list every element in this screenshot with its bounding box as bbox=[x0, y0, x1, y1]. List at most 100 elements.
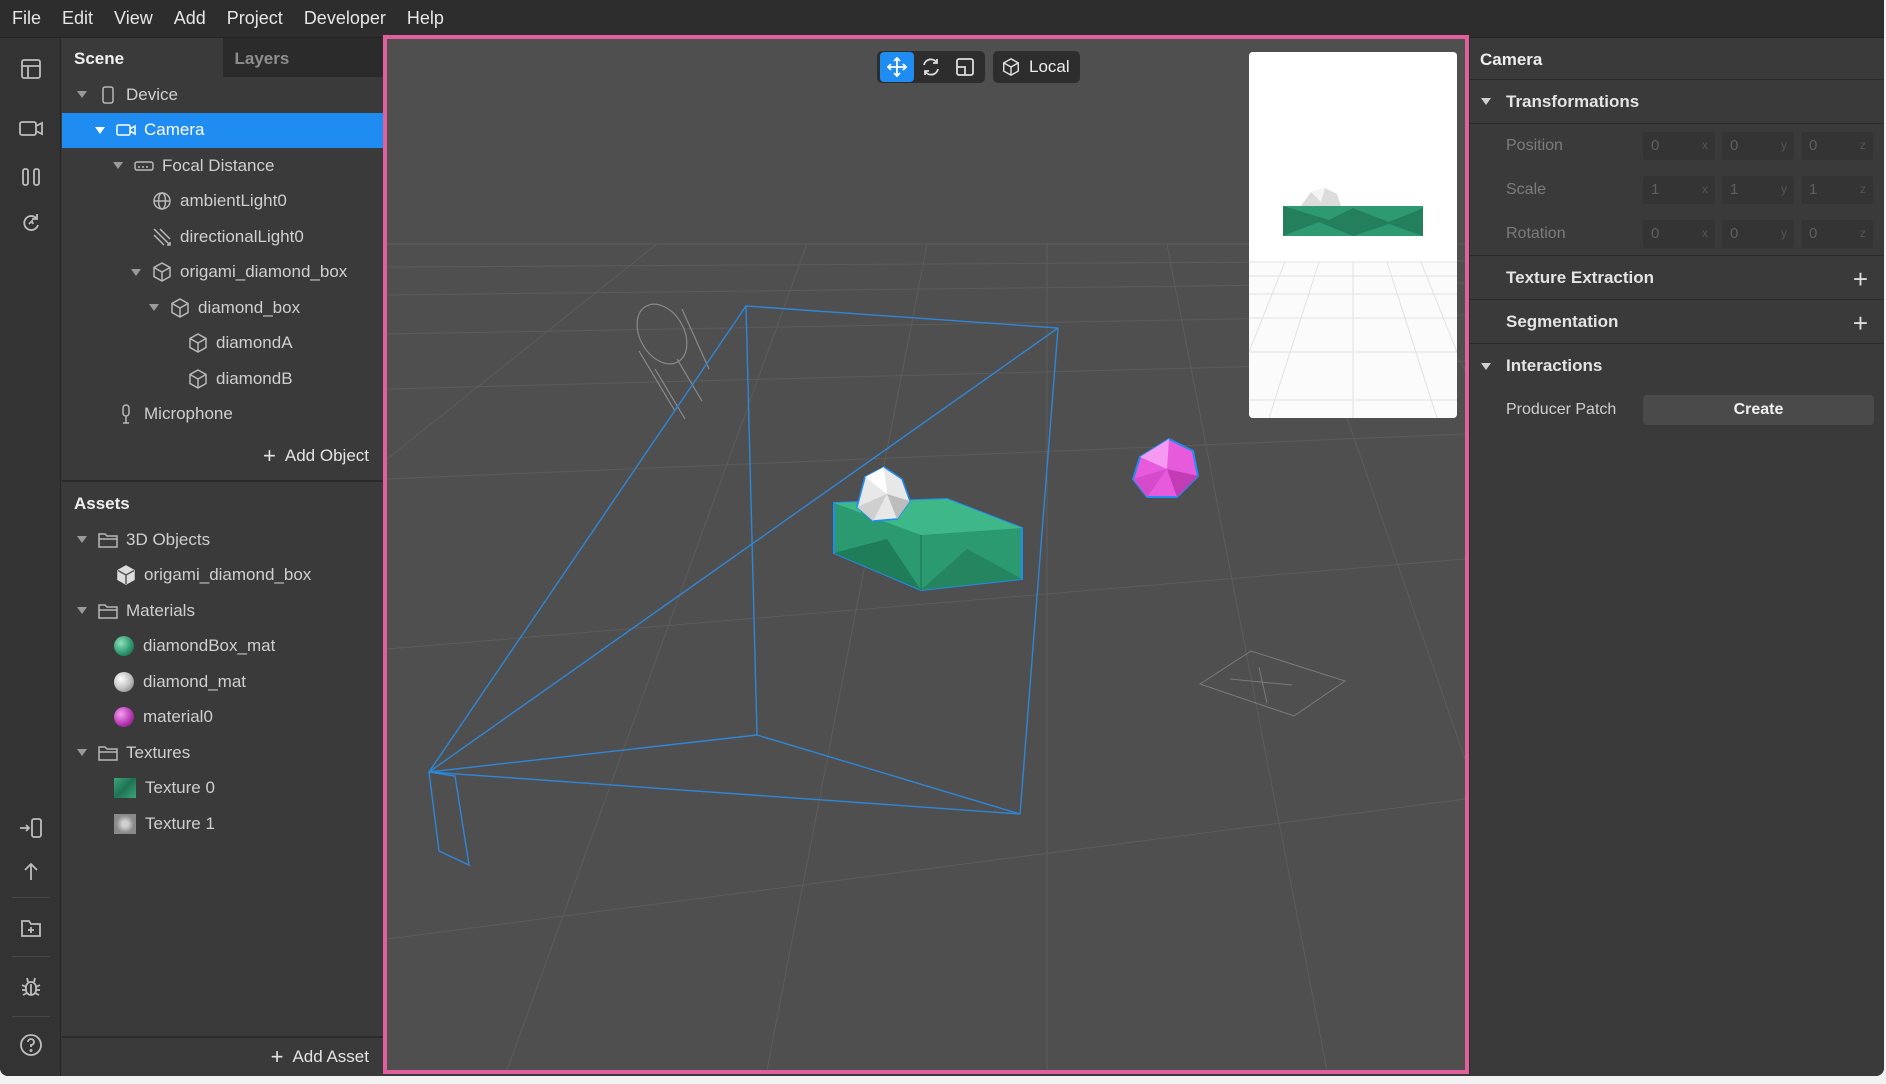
asset-item-texture-1[interactable]: Texture 1 bbox=[62, 806, 383, 842]
scale-tool-button[interactable] bbox=[948, 52, 982, 82]
cube-icon bbox=[1003, 57, 1019, 77]
collapse-triangle-icon[interactable] bbox=[1480, 97, 1494, 106]
help-icon[interactable] bbox=[14, 1028, 48, 1062]
menu-edit[interactable]: Edit bbox=[62, 8, 93, 29]
scene-viewport[interactable]: Local bbox=[383, 35, 1469, 1074]
menu-file[interactable]: File bbox=[12, 8, 41, 29]
position-y-field[interactable]: 0y bbox=[1722, 132, 1794, 160]
viewport-toolbar: Local bbox=[877, 51, 1080, 83]
split-view-icon[interactable] bbox=[14, 160, 48, 194]
add-object-button[interactable]: + Add Object bbox=[62, 432, 383, 480]
tree-item-directionallight0[interactable]: directionalLight0 bbox=[62, 219, 383, 255]
upload-icon[interactable] bbox=[14, 855, 48, 889]
tree-item-focal-distance[interactable]: Focal Distance bbox=[62, 148, 383, 184]
bug-icon[interactable] bbox=[14, 970, 48, 1004]
tree-item-diamond-box[interactable]: diamond_box bbox=[62, 290, 383, 326]
collapse-triangle-icon[interactable] bbox=[75, 605, 89, 617]
inspector-title: Camera bbox=[1470, 38, 1884, 80]
asset-item-diamondbox-mat[interactable]: diamondBox_mat bbox=[62, 629, 383, 665]
collapse-triangle-icon[interactable] bbox=[75, 89, 89, 101]
tree-item-label: diamondB bbox=[216, 368, 293, 388]
new-folder-icon[interactable] bbox=[14, 911, 48, 945]
scale-y-field[interactable]: 1y bbox=[1722, 176, 1794, 204]
scale-z-field[interactable]: 1z bbox=[1801, 176, 1873, 204]
producer-patch-row: Producer Patch Create bbox=[1470, 388, 1884, 432]
tree-item-label: Device bbox=[126, 84, 178, 104]
asset-label: diamondBox_mat bbox=[143, 636, 276, 656]
collapse-triangle-icon[interactable] bbox=[129, 266, 143, 278]
tree-item-label: origami_diamond_box bbox=[180, 262, 348, 282]
add-segmentation-icon[interactable]: + bbox=[1853, 308, 1868, 339]
collapse-triangle-icon[interactable] bbox=[1480, 362, 1494, 371]
send-to-device-icon[interactable] bbox=[14, 811, 48, 845]
directional-light-icon bbox=[151, 226, 173, 248]
directional-light-gizmo bbox=[636, 303, 710, 420]
add-texture-extraction-icon[interactable]: + bbox=[1853, 264, 1868, 295]
rotate-tool-button[interactable] bbox=[914, 52, 948, 82]
asset-folder-textures[interactable]: Textures bbox=[62, 735, 383, 771]
diamond-box-object[interactable] bbox=[833, 466, 1023, 592]
add-asset-button[interactable]: + Add Asset bbox=[62, 1036, 383, 1076]
position-z-field[interactable]: 0z bbox=[1801, 132, 1873, 160]
collapse-triangle-icon[interactable] bbox=[75, 534, 89, 546]
section-segmentation[interactable]: Segmentation + bbox=[1470, 300, 1884, 344]
rotation-z-field[interactable]: 0z bbox=[1801, 219, 1873, 248]
tree-item-label: Camera bbox=[144, 120, 205, 140]
collapse-triangle-icon[interactable] bbox=[111, 160, 125, 172]
asset-folder-materials[interactable]: Materials bbox=[62, 593, 383, 629]
collapse-triangle-icon[interactable] bbox=[93, 124, 107, 136]
asset-item-texture-0[interactable]: Texture 0 bbox=[62, 771, 383, 807]
plus-icon: + bbox=[263, 443, 276, 468]
device-icon bbox=[97, 84, 119, 106]
tree-item-microphone[interactable]: Microphone bbox=[62, 397, 383, 433]
tree-item-device[interactable]: Device bbox=[62, 77, 383, 113]
local-space-button[interactable]: Local bbox=[993, 51, 1080, 83]
asset-item-origami-diamond-box[interactable]: origami_diamond_box bbox=[62, 558, 383, 594]
asset-folder-3d-objects[interactable]: 3D Objects bbox=[62, 522, 383, 558]
section-interactions[interactable]: Interactions bbox=[1470, 344, 1884, 388]
section-label: Transformations bbox=[1506, 91, 1640, 111]
tree-item-ambientlight0[interactable]: ambientLight0 bbox=[62, 184, 383, 220]
tree-item-diamonda[interactable]: diamondA bbox=[62, 326, 383, 362]
position-x-field[interactable]: 0x bbox=[1643, 132, 1715, 160]
collapse-triangle-icon[interactable] bbox=[75, 747, 89, 759]
section-label: Interactions bbox=[1506, 356, 1603, 375]
move-icon bbox=[886, 56, 908, 78]
collapse-triangle-icon[interactable] bbox=[147, 302, 161, 314]
tree-item-camera[interactable]: Camera bbox=[62, 112, 383, 148]
section-texture-extraction[interactable]: Texture Extraction + bbox=[1470, 256, 1884, 300]
tree-item-label: Focal Distance bbox=[162, 155, 275, 175]
asset-item-diamond-mat[interactable]: diamond_mat bbox=[62, 664, 383, 700]
layout-icon[interactable] bbox=[14, 52, 48, 86]
asset-label: Textures bbox=[126, 742, 191, 762]
refresh-icon[interactable] bbox=[14, 206, 48, 240]
scene-tabs: Scene Layers bbox=[62, 38, 383, 77]
tree-item-origami-diamond-box[interactable]: origami_diamond_box bbox=[62, 255, 383, 291]
rotate-icon bbox=[923, 58, 939, 76]
video-camera-icon[interactable] bbox=[14, 111, 48, 145]
menu-help[interactable]: Help bbox=[407, 8, 444, 29]
camera-icon bbox=[115, 119, 137, 141]
move-tool-button[interactable] bbox=[880, 52, 914, 82]
focal-distance-icon bbox=[133, 155, 155, 177]
rotation-x-field[interactable]: 0x bbox=[1643, 219, 1715, 248]
tab-scene[interactable]: Scene bbox=[62, 38, 223, 77]
menu-developer[interactable]: Developer bbox=[304, 8, 386, 29]
menu-add[interactable]: Add bbox=[174, 8, 206, 29]
assets-tree: 3D Objects origami_diamond_box Materials… bbox=[62, 522, 383, 842]
tree-item-diamondb[interactable]: diamondB bbox=[62, 361, 383, 397]
tree-item-label: Microphone bbox=[144, 404, 233, 424]
tab-layers[interactable]: Layers bbox=[223, 38, 384, 77]
create-producer-patch-button[interactable]: Create bbox=[1643, 395, 1874, 425]
menu-project[interactable]: Project bbox=[227, 8, 283, 29]
scale-x-field[interactable]: 1x bbox=[1643, 176, 1715, 204]
menu-view[interactable]: View bbox=[114, 8, 153, 29]
folder-icon bbox=[97, 600, 119, 622]
section-transformations[interactable]: Transformations bbox=[1470, 80, 1884, 124]
local-space-label: Local bbox=[1029, 57, 1070, 76]
scale-label: Scale bbox=[1506, 181, 1547, 198]
rotation-y-field[interactable]: 0y bbox=[1722, 219, 1794, 248]
texture-icon bbox=[114, 813, 136, 834]
tool-rail bbox=[0, 38, 61, 1076]
asset-item-material0[interactable]: material0 bbox=[62, 700, 383, 736]
